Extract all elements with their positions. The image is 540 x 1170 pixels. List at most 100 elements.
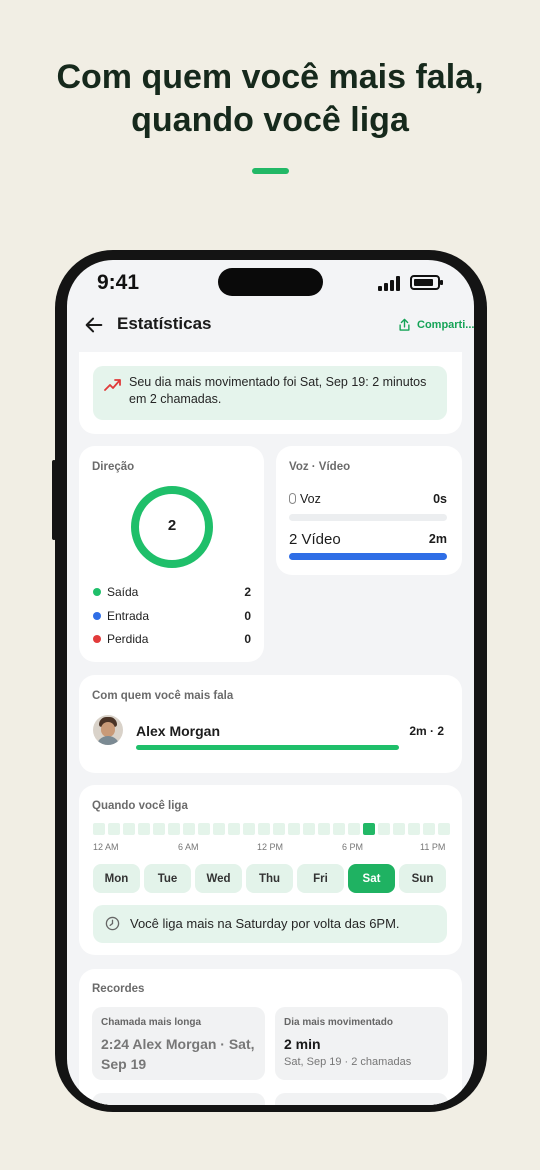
hour-cell-12 [273,823,285,835]
voice-label: Voz [300,492,321,506]
hour-cell-5 [168,823,180,835]
legend-incoming: Entrada 0 [93,609,251,623]
day-sun[interactable]: Sun [399,864,446,893]
hour-cell-18 [363,823,375,835]
legend-missed-value: 0 [244,632,251,646]
headline-line-2: quando você liga [131,101,409,139]
insight-text: Seu dia mais movimentado foi Sat, Sep 19… [129,375,427,406]
longest-call-value: 2:24 Alex Morgan · Sat, Sep 19 [101,1036,255,1072]
video-bar-fill [289,553,447,560]
records-title: Recordes [92,983,145,995]
avatar [93,715,123,745]
hour-cell-2 [123,823,135,835]
top-contact-card: Com quem você mais fala Alex Morgan 2m ·… [79,675,462,773]
busiest-day-value: 2 min [284,1036,321,1052]
when-you-call-title: Quando você liga [92,800,188,812]
share-button[interactable]: Comparti... [397,317,474,333]
longest-call-label: Chamada mais longa [101,1017,202,1028]
headline-accent-bar [252,168,289,174]
trending-up-icon [104,379,121,391]
legend-missed-label: Perdida [107,632,149,646]
day-selector: Mon Tue Wed Thu Fri Sat Sun [93,864,446,893]
phone-screen: 9:41 Estatísticas Comparti... Seu dia ma… [67,260,474,1105]
status-time: 9:41 [97,271,140,294]
day-tue[interactable]: Tue [144,864,191,893]
calling-time-tip: Você liga mais na Saturday por volta das… [93,905,447,943]
hour-cell-22 [423,823,435,835]
hour-cell-10 [243,823,255,835]
legend-incoming-label: Entrada [107,609,150,623]
hour-cell-15 [318,823,330,835]
legend-incoming-value: 0 [244,609,251,623]
arrow-left-icon[interactable] [83,314,105,336]
voice-video-card: Voz · Vídeo Voz 0s 2 Vídeo 2m [276,446,462,575]
tip-text: Você liga mais na Saturday por volta das… [130,916,400,931]
direction-title: Direção [92,461,135,473]
outgoing-dot [93,588,101,596]
busiest-day-insight: Seu dia mais movimentado foi Sat, Sep 19… [93,366,447,420]
legend-missed: Perdida 0 [93,632,251,646]
hour-cell-23 [438,823,450,835]
records-card: Recordes Chamada mais longa 2:24 Alex Mo… [79,969,462,1105]
clock-icon [105,916,120,931]
hour-cell-8 [213,823,225,835]
hour-cell-6 [183,823,195,835]
hour-cell-9 [228,823,240,835]
hour-cell-19 [378,823,390,835]
hour-cell-0 [93,823,105,835]
hour-label-6pm: 6 PM [342,842,364,852]
legend-outgoing-value: 2 [244,585,251,599]
hour-cell-14 [303,823,315,835]
day-wed[interactable]: Wed [195,864,242,893]
hour-cell-21 [408,823,420,835]
contact-stats: 2m · 2 [409,724,444,738]
top-contact-title: Com quem você mais fala [92,690,234,702]
hour-cell-17 [348,823,360,835]
microphone-icon [289,493,296,504]
signal-icon [378,276,402,291]
record-busiest-day: Dia mais movimentado 2 min Sat, Sep 19 ·… [275,1007,448,1080]
hour-label-12pm: 12 PM [257,842,284,852]
voice-video-title: Voz · Vídeo [289,461,351,473]
share-label: Comparti... [417,319,474,331]
incoming-dot [93,612,101,620]
hourly-heatmap [93,823,450,835]
hour-cell-3 [138,823,150,835]
legend-outgoing: Saída 2 [93,585,251,599]
video-bar [289,553,447,560]
hour-label-11pm: 11 PM [420,842,446,852]
record-card-partial-left [92,1093,265,1105]
share-icon [399,318,410,331]
direction-card: Direção 2 Saída 2 Entrada 0 Perdida 0 [79,446,264,662]
hour-cell-16 [333,823,345,835]
contact-name[interactable]: Alex Morgan [136,723,220,739]
video-label: 2 Vídeo [289,531,341,548]
hour-cell-20 [393,823,405,835]
dynamic-island [218,268,323,296]
voice-row: Voz 0s [289,492,447,506]
legend-outgoing-label: Saída [107,585,139,599]
record-card-partial-right [275,1093,448,1105]
missed-dot [93,635,101,643]
voice-bar [289,514,447,521]
record-longest-call: Chamada mais longa 2:24 Alex Morgan · Sa… [92,1007,265,1080]
hour-cell-4 [153,823,165,835]
voice-value: 0s [433,492,447,506]
video-row: 2 Vídeo 2m [289,531,447,548]
video-value: 2m [428,532,447,546]
day-fri[interactable]: Fri [297,864,344,893]
phone-frame: 9:41 Estatísticas Comparti... Seu dia ma… [55,250,487,1112]
day-sat[interactable]: Sat [348,864,395,893]
day-thu[interactable]: Thu [246,864,293,893]
hour-cell-13 [288,823,300,835]
headline-line-1: Com quem você mais fala, [56,58,484,96]
page-title: Estatísticas [117,314,212,333]
app-bar: Estatísticas Comparti... [67,300,474,352]
busiest-day-label: Dia mais movimentado [284,1017,393,1028]
busiest-day-sub: Sat, Sep 19 · 2 chamadas [284,1056,412,1068]
battery-icon [410,275,443,290]
direction-total: 2 [167,517,177,534]
day-mon[interactable]: Mon [93,864,140,893]
contact-bar [136,745,399,750]
hour-label-6am: 6 AM [178,842,199,852]
